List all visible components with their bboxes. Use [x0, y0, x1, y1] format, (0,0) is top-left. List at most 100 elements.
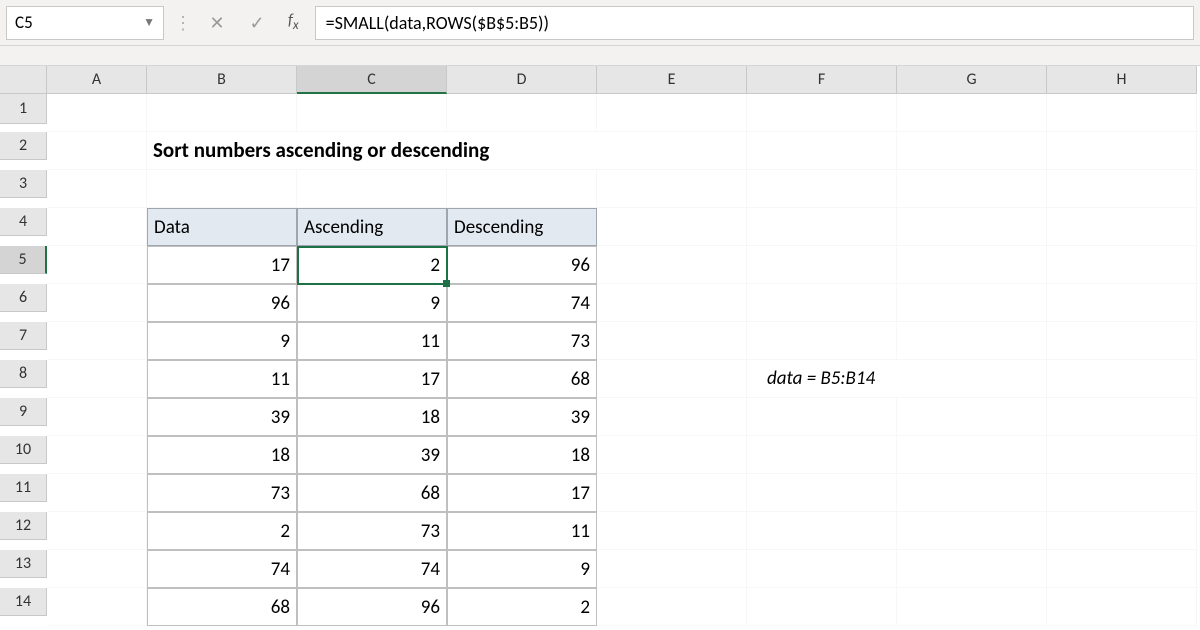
cell-A2[interactable] — [47, 132, 147, 170]
row-header-1[interactable]: 1 — [0, 94, 47, 124]
row-header-12[interactable]: 12 — [0, 512, 47, 540]
cell-H2[interactable] — [1047, 132, 1197, 170]
cell-G3[interactable] — [897, 170, 1047, 208]
cell-G1[interactable] — [897, 94, 1047, 132]
cell-F13[interactable] — [747, 550, 897, 588]
col-header-F[interactable]: F — [747, 66, 897, 94]
cell-F12[interactable] — [747, 512, 897, 550]
cell-A11[interactable] — [47, 474, 147, 512]
cell-A4[interactable] — [47, 208, 147, 246]
cell-C5[interactable]: 2 — [297, 246, 447, 284]
cell-B6[interactable]: 96 — [147, 284, 297, 322]
cell-D10[interactable]: 18 — [447, 436, 597, 474]
cell-D13[interactable]: 9 — [447, 550, 597, 588]
cell-D14[interactable]: 2 — [447, 588, 597, 626]
col-header-C[interactable]: C — [297, 66, 447, 94]
cell-H9[interactable] — [1047, 398, 1197, 436]
cell-F11[interactable] — [747, 474, 897, 512]
cell-E5[interactable] — [597, 246, 747, 284]
col-header-E[interactable]: E — [597, 66, 747, 94]
cell-C7[interactable]: 11 — [297, 322, 447, 360]
row-header-14[interactable]: 14 — [0, 588, 47, 616]
cell-F1[interactable] — [747, 94, 897, 132]
cell-C1[interactable] — [297, 94, 447, 132]
named-range-note[interactable]: data = B5:B14 — [747, 360, 1047, 398]
cell-A14[interactable] — [47, 588, 147, 626]
cell-G5[interactable] — [897, 246, 1047, 284]
cell-B5[interactable]: 17 — [147, 246, 297, 284]
name-box[interactable]: C5 ▼ — [6, 6, 164, 40]
cell-C10[interactable]: 39 — [297, 436, 447, 474]
cell-D11[interactable]: 17 — [447, 474, 597, 512]
cell-C11[interactable]: 68 — [297, 474, 447, 512]
cell-E11[interactable] — [597, 474, 747, 512]
cell-F6[interactable] — [747, 284, 897, 322]
cell-B1[interactable] — [147, 94, 297, 132]
col-header-H[interactable]: H — [1047, 66, 1197, 94]
cell-A10[interactable] — [47, 436, 147, 474]
row-header-9[interactable]: 9 — [0, 398, 47, 426]
row-header-8[interactable]: 8 — [0, 360, 47, 388]
cell-E4[interactable] — [597, 208, 747, 246]
cell-A13[interactable] — [47, 550, 147, 588]
cell-G7[interactable] — [897, 322, 1047, 360]
cell-B13[interactable]: 74 — [147, 550, 297, 588]
cell-C6[interactable]: 9 — [297, 284, 447, 322]
cell-G4[interactable] — [897, 208, 1047, 246]
enter-icon[interactable]: ✓ — [242, 12, 272, 34]
cell-F4[interactable] — [747, 208, 897, 246]
cell-E12[interactable] — [597, 512, 747, 550]
table-header-desc[interactable]: Descending — [447, 208, 597, 246]
cell-A9[interactable] — [47, 398, 147, 436]
cell-D3[interactable] — [447, 170, 597, 208]
cell-A8[interactable] — [47, 360, 147, 398]
col-header-A[interactable]: A — [47, 66, 147, 94]
cell-H4[interactable] — [1047, 208, 1197, 246]
cell-F9[interactable] — [747, 398, 897, 436]
cell-H5[interactable] — [1047, 246, 1197, 284]
cell-A12[interactable] — [47, 512, 147, 550]
row-header-7[interactable]: 7 — [0, 322, 47, 350]
cell-G2[interactable] — [897, 132, 1047, 170]
cell-H11[interactable] — [1047, 474, 1197, 512]
cell-C13[interactable]: 74 — [297, 550, 447, 588]
cell-A1[interactable] — [47, 94, 147, 132]
cell-D8[interactable]: 68 — [447, 360, 597, 398]
cell-C8[interactable]: 17 — [297, 360, 447, 398]
cell-C14[interactable]: 96 — [297, 588, 447, 626]
cell-F14[interactable] — [747, 588, 897, 626]
col-header-D[interactable]: D — [447, 66, 597, 94]
row-header-3[interactable]: 3 — [0, 170, 47, 198]
row-header-4[interactable]: 4 — [0, 208, 47, 236]
cell-A5[interactable] — [47, 246, 147, 284]
chevron-down-icon[interactable]: ▼ — [143, 15, 155, 30]
cell-E6[interactable] — [597, 284, 747, 322]
cell-C3[interactable] — [297, 170, 447, 208]
cell-B14[interactable]: 68 — [147, 588, 297, 626]
row-header-2[interactable]: 2 — [0, 132, 47, 160]
col-header-G[interactable]: G — [897, 66, 1047, 94]
row-header-11[interactable]: 11 — [0, 474, 47, 502]
cell-G6[interactable] — [897, 284, 1047, 322]
cell-F2[interactable] — [747, 132, 897, 170]
fx-icon[interactable]: fx — [288, 11, 299, 33]
cell-H14[interactable] — [1047, 588, 1197, 626]
cell-F7[interactable] — [747, 322, 897, 360]
cell-F5[interactable] — [747, 246, 897, 284]
cell-B10[interactable]: 18 — [147, 436, 297, 474]
cell-A7[interactable] — [47, 322, 147, 360]
cell-B8[interactable]: 11 — [147, 360, 297, 398]
cell-E1[interactable] — [597, 94, 747, 132]
row-header-5[interactable]: 5 — [0, 246, 47, 274]
cell-H13[interactable] — [1047, 550, 1197, 588]
cell-B9[interactable]: 39 — [147, 398, 297, 436]
cell-E13[interactable] — [597, 550, 747, 588]
cell-E8[interactable] — [597, 360, 747, 398]
cell-D12[interactable]: 11 — [447, 512, 597, 550]
row-header-10[interactable]: 10 — [0, 436, 47, 464]
cell-E7[interactable] — [597, 322, 747, 360]
cell-A3[interactable] — [47, 170, 147, 208]
table-header-data[interactable]: Data — [147, 208, 297, 246]
cell-H10[interactable] — [1047, 436, 1197, 474]
table-header-asc[interactable]: Ascending — [297, 208, 447, 246]
